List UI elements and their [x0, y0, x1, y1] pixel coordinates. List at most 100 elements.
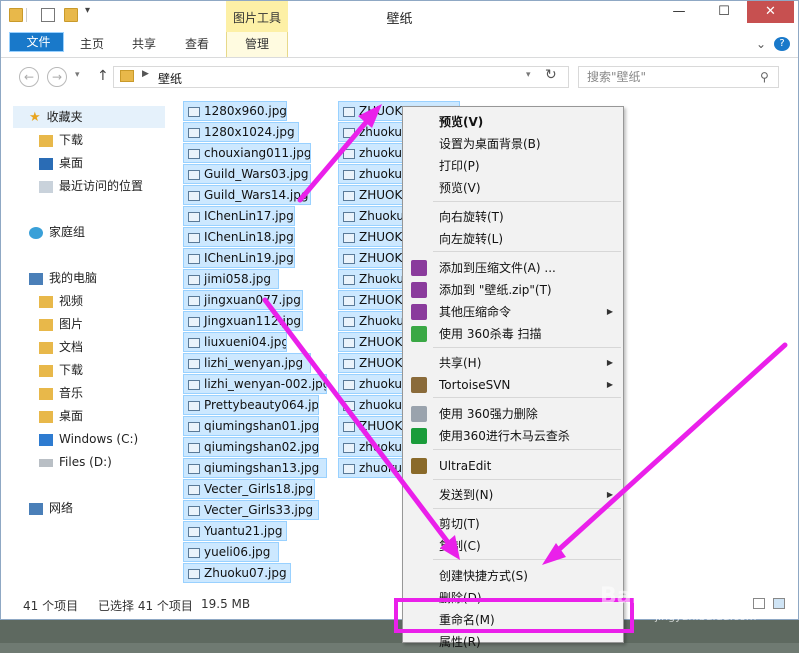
- file-item[interactable]: Zhuoku07.jpg: [183, 563, 291, 583]
- nav-item-network[interactable]: 网络: [29, 497, 73, 519]
- image-file-icon: [188, 211, 200, 222]
- menu-item[interactable]: 添加到 "壁纸.zip"(T): [403, 279, 623, 301]
- nav-item-computer[interactable]: 我的电脑: [29, 267, 97, 289]
- file-item[interactable]: Prettybeauty064.jpg: [183, 395, 319, 415]
- menu-item[interactable]: 向左旋转(L): [403, 228, 623, 250]
- file-item[interactable]: lizhi_wenyan-002.jpg: [183, 374, 327, 394]
- menu-item-label: 预览(V): [439, 181, 481, 195]
- menu-item[interactable]: 向右旋转(T): [403, 206, 623, 228]
- file-item[interactable]: lizhi_wenyan.jpg: [183, 353, 311, 373]
- nav-item-drive-c[interactable]: Windows (C:): [39, 428, 138, 450]
- image-file-icon: [343, 442, 355, 453]
- file-item[interactable]: yueli06.jpg: [183, 542, 279, 562]
- menu-item[interactable]: 使用 360强力删除: [403, 403, 623, 425]
- menu-item[interactable]: 共享(H) ▶: [403, 352, 623, 374]
- menu-item[interactable]: TortoiseSVN ▶: [403, 374, 623, 396]
- file-item[interactable]: IChenLin17.jpg: [183, 206, 295, 226]
- file-item[interactable]: qiumingshan02.jpg: [183, 437, 319, 457]
- file-item[interactable]: 1280x1024.jpg: [183, 122, 299, 142]
- file-item[interactable]: Jingxuan112.jpg: [183, 311, 303, 331]
- file-name: liuxueni04.jpg: [204, 335, 287, 349]
- menu-item[interactable]: UltraEdit: [403, 455, 623, 477]
- file-item[interactable]: qiumingshan01.jpg: [183, 416, 319, 436]
- file-name: Prettybeauty064.jpg: [204, 398, 319, 412]
- up-button[interactable]: ↑: [97, 68, 109, 84]
- recent-locations-icon[interactable]: ▾: [75, 70, 80, 80]
- file-name: Jingxuan112.jpg: [204, 314, 302, 328]
- nav-item-desktop-2[interactable]: 桌面: [39, 405, 83, 427]
- refresh-icon[interactable]: ↻: [545, 67, 557, 83]
- tab-home[interactable]: 主页: [71, 32, 113, 57]
- menu-item[interactable]: 预览(V): [403, 177, 623, 199]
- file-item[interactable]: Guild_Wars03.jpg: [183, 164, 311, 184]
- large-icons-view-icon[interactable]: [773, 598, 785, 609]
- menu-item[interactable]: 发送到(N) ▶: [403, 484, 623, 506]
- winrar-icon: [411, 304, 427, 320]
- file-item[interactable]: IChenLin19.jpg: [183, 248, 295, 268]
- breadcrumb-separator-icon[interactable]: ▶: [142, 69, 149, 79]
- nav-item-desktop[interactable]: 桌面: [39, 152, 83, 174]
- search-icon[interactable]: ⚲: [760, 70, 769, 84]
- file-item[interactable]: IChenLin18.jpg: [183, 227, 295, 247]
- nav-item-downloads-2[interactable]: 下载: [39, 359, 83, 381]
- search-input[interactable]: 搜索"壁纸": [578, 66, 779, 88]
- image-file-icon: [188, 400, 200, 411]
- details-view-icon[interactable]: [753, 598, 765, 609]
- menu-item[interactable]: 属性(R): [403, 631, 623, 653]
- file-item[interactable]: Guild_Wars14.jpg: [183, 185, 311, 205]
- nav-item-drive-d[interactable]: Files (D:): [39, 451, 112, 473]
- file-item[interactable]: jingxuan077.jpg: [183, 290, 303, 310]
- menu-item[interactable]: 复制(C): [403, 535, 623, 557]
- tab-view[interactable]: 查看: [176, 32, 218, 57]
- nav-item-pictures[interactable]: 图片: [39, 313, 83, 335]
- close-button[interactable]: ✕: [747, 1, 794, 23]
- file-item[interactable]: Yuantu21.jpg: [183, 521, 287, 541]
- nav-item-music[interactable]: 音乐: [39, 382, 83, 404]
- menu-item[interactable]: 创建快捷方式(S): [403, 565, 623, 587]
- file-item[interactable]: chouxiang011.jpg: [183, 143, 311, 163]
- breadcrumb[interactable]: 壁纸: [158, 70, 182, 87]
- tab-share[interactable]: 共享: [123, 32, 165, 57]
- nav-item-downloads[interactable]: 下载: [39, 129, 83, 151]
- menu-item[interactable]: 预览(V): [403, 111, 623, 133]
- menu-item[interactable]: 剪切(T): [403, 513, 623, 535]
- menu-item[interactable]: 设置为桌面背景(B): [403, 133, 623, 155]
- back-button[interactable]: ←: [19, 67, 39, 87]
- image-file-icon: [188, 526, 200, 537]
- context-menu: 预览(V) 设置为桌面背景(B) 打印(P) 预览(V) 向右旋转(T) 向左旋转(L) 添…: [402, 106, 624, 649]
- menu-item[interactable]: 打印(P): [403, 155, 623, 177]
- menu-item-label: 设置为桌面背景(B): [439, 137, 541, 151]
- nav-item-recent[interactable]: 最近访问的位置: [39, 175, 143, 197]
- tab-file[interactable]: 文件: [9, 32, 64, 52]
- nav-item-favorites[interactable]: ★ 收藏夹: [13, 106, 165, 128]
- address-bar[interactable]: ▶ 壁纸 ▾ ↻: [113, 66, 569, 88]
- menu-item[interactable]: 使用 360杀毒 扫描: [403, 323, 623, 345]
- menu-item[interactable]: 使用360进行木马云查杀: [403, 425, 623, 447]
- file-name: zhuoku: [359, 461, 403, 475]
- file-item[interactable]: Vecter_Girls18.jpg: [183, 479, 315, 499]
- file-name: zhuoku: [359, 377, 403, 391]
- tab-manage[interactable]: 管理: [226, 32, 288, 57]
- help-icon[interactable]: ?: [774, 37, 790, 51]
- explorer-window: ▾ 图片工具 壁纸 — ☐ ✕ 文件 主页 共享 查看 管理 ⌄ ? ← → ▾…: [0, 0, 799, 620]
- image-file-icon: [188, 148, 200, 159]
- file-item[interactable]: Vecter_Girls33.jpg: [183, 500, 319, 520]
- image-file-icon: [188, 547, 200, 558]
- menu-item[interactable]: 添加到压缩文件(A) ...: [403, 257, 623, 279]
- image-file-icon: [343, 400, 355, 411]
- ribbon-expand-icon[interactable]: ⌄: [753, 32, 769, 57]
- file-item[interactable]: liuxueni04.jpg: [183, 332, 287, 352]
- image-file-icon: [188, 421, 200, 432]
- menu-item[interactable]: 其他压缩命令 ▶: [403, 301, 623, 323]
- forward-button[interactable]: →: [47, 67, 67, 87]
- file-item[interactable]: jimi058.jpg: [183, 269, 279, 289]
- file-item[interactable]: 1280x960.jpg: [183, 101, 287, 121]
- nav-item-documents[interactable]: 文档: [39, 336, 83, 358]
- nav-item-videos[interactable]: 视频: [39, 290, 83, 312]
- file-item[interactable]: qiumingshan13.jpg: [183, 458, 327, 478]
- folder-icon: [39, 295, 53, 308]
- maximize-button[interactable]: ☐: [702, 1, 746, 23]
- address-dropdown-icon[interactable]: ▾: [526, 70, 531, 80]
- nav-item-homegroup[interactable]: 家庭组: [29, 221, 85, 243]
- minimize-button[interactable]: —: [657, 1, 701, 23]
